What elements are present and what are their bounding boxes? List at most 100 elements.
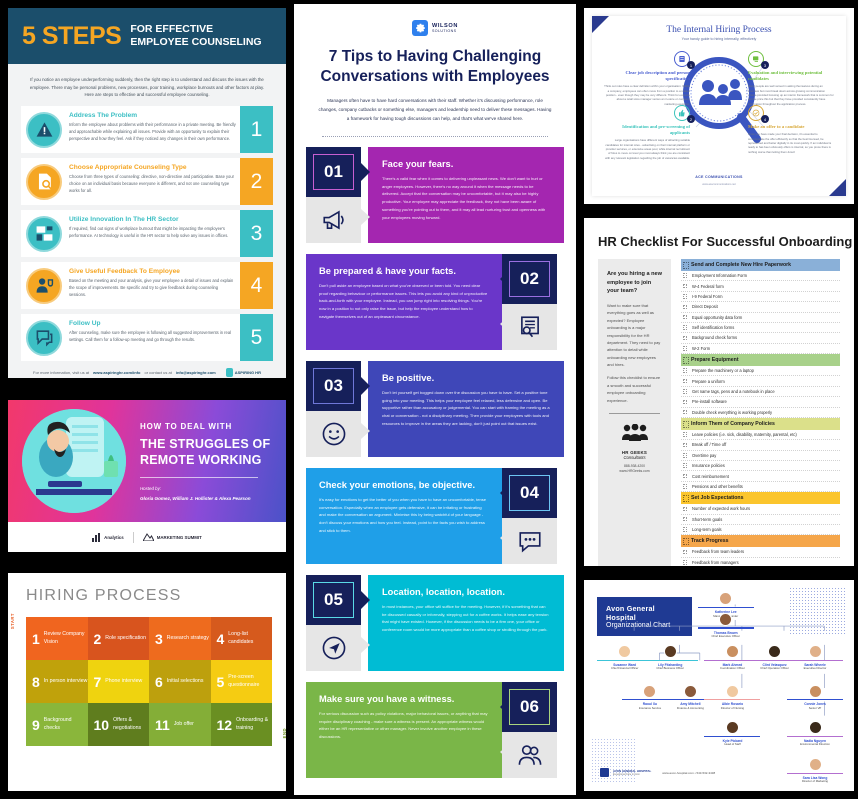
checklist-items[interactable]: Send and Complete New Hire Paperwork Empl… (681, 259, 840, 566)
checklist-item[interactable]: W-2 Form (681, 344, 840, 354)
step-row[interactable]: Follow Up After counseling, make sure the… (21, 314, 273, 362)
checklist-item[interactable]: Direct Deposit (681, 302, 840, 313)
hiring-step[interactable]: 9 Background checks (26, 703, 88, 746)
brand-url[interactable]: www.HRGeeks.com (607, 469, 662, 474)
checklist-item[interactable]: Background check forms (681, 333, 840, 344)
thumbs-up-icon-svg (679, 109, 685, 117)
checklist-item[interactable]: Long-term goals (681, 525, 840, 536)
checkbox-icon[interactable] (683, 368, 687, 373)
org-chart-infographic[interactable]: Avon General Hospital Organizational Cha… (584, 580, 854, 791)
org-node[interactable]: Lily Fitzharding Chief Business Officer (642, 645, 699, 671)
hiring-step[interactable]: 7 Phone interview (87, 660, 149, 703)
tips-lead-paragraph: Managers often have to have hard convers… (318, 97, 552, 121)
checklist-item[interactable]: Short-term goals (681, 515, 840, 525)
checkbox-icon[interactable] (683, 325, 687, 330)
ace-brand-url[interactable]: www.acecommunications.net (592, 183, 846, 186)
tip-card[interactable]: 05 Location, location, location. In most i… (306, 574, 564, 671)
org-node[interactable]: Kyle Pickard Head of Staff (704, 721, 761, 747)
checklist-item[interactable]: Equal opportunity data form (681, 313, 840, 323)
hiring-step[interactable]: 1 Review Company Vision (26, 617, 88, 660)
checklist-item[interactable]: Double check everything is working prope… (681, 408, 840, 418)
internal-hiring-process-infographic[interactable]: The Internal Hiring Process Your handy g… (584, 8, 854, 204)
org-node[interactable]: Connie Jones Senior VP (787, 684, 843, 711)
checkbox-icon[interactable] (683, 453, 687, 458)
hiring-step[interactable]: 8 In person interview (26, 660, 88, 703)
checkbox-icon[interactable] (683, 314, 687, 320)
tip-content: Face your fears. There's a valid fear whe… (368, 146, 564, 243)
org-footer-url[interactable]: www.avon-hospital.com • 543-532-3438 (662, 771, 715, 775)
checklist-item[interactable]: Leave policies (i.e. sick, disability, m… (681, 430, 840, 441)
checkbox-icon[interactable] (683, 527, 687, 532)
step-row[interactable]: Utilize Innovation In The HR Sector If re… (21, 210, 273, 258)
checklist-body: Are you hiring a new employee to join yo… (584, 259, 854, 566)
hiring-step[interactable]: 11 Job offer (149, 703, 211, 746)
checklist-item[interactable]: Feedback from team leaders (681, 547, 840, 558)
hiring-row-1: 1 Review Company Vision 2 Role specificatio… (26, 617, 272, 660)
hiring-step[interactable]: 3 Research strategy (149, 617, 211, 660)
checkbox-icon[interactable] (683, 442, 687, 448)
checkbox-icon[interactable] (683, 304, 687, 310)
checklist-item-label: I-9 Federal Form (692, 293, 723, 299)
checkbox-icon[interactable] (683, 389, 687, 394)
footer-url[interactable]: www.aspiringhr.com/info (93, 370, 140, 375)
step-row[interactable]: Choose Appropriate Counseling Type Choose… (21, 158, 273, 206)
hiring-step[interactable]: 2 Role specification (87, 617, 149, 660)
checkbox-icon[interactable] (683, 484, 687, 489)
checklist-item[interactable]: I-9 Federal Form (681, 292, 840, 303)
remote-working-webinar-card[interactable]: HOW TO DEAL WITH THE STRUGGLES OF REMOTE… (8, 400, 286, 552)
checkbox-icon[interactable] (683, 549, 687, 555)
checklist-item[interactable]: W-4 Federal form (681, 281, 840, 292)
avatar (808, 645, 822, 659)
hiring-step[interactable]: 12 Onboarding & training (210, 703, 272, 746)
checklist-item[interactable]: Insurance policies (681, 461, 840, 472)
checkbox-icon[interactable] (683, 463, 687, 468)
seven-tips-infographic[interactable]: WILSON SOLUTIONS 7 Tips to Having Challe… (294, 4, 576, 795)
hiring-process-infographic[interactable]: HIRING PROCESS START END 1 Review Company… (8, 573, 286, 791)
checklist-item[interactable]: Pre-install software (681, 397, 840, 408)
checklist-item[interactable]: Get name tags, pens and a notebook in pl… (681, 387, 840, 398)
avatar (725, 721, 739, 735)
checklist-item[interactable]: Employment Information Form (681, 271, 840, 282)
tip-card[interactable]: Make sure you have a witness. For serious… (306, 681, 564, 778)
org-node[interactable]: Nadia Nguyen Environmental Direction (787, 721, 843, 747)
checkbox-icon[interactable] (683, 560, 687, 565)
tip-card[interactable]: 03 Be positive. Don't let yourself get bog… (306, 360, 564, 457)
hiring-step[interactable]: 5 Pre-screen questionnaire (210, 660, 272, 703)
org-node[interactable]: Sara Lisa Wong Director of Marketing (787, 758, 843, 784)
hiring-step[interactable]: 6 Initial selections (149, 660, 211, 703)
checklist-item[interactable]: Overtime pay (681, 451, 840, 461)
checkbox-icon[interactable] (683, 473, 687, 479)
hr-checklist-infographic[interactable]: HR Checklist For Successful Onboarding A… (584, 218, 854, 566)
tip-card[interactable]: Check your emotions, be objective. It's e… (306, 467, 564, 564)
hiring-step[interactable]: 10 Offers & negotiations (87, 703, 149, 746)
checklist-item[interactable]: Prepare the machinery or a laptop (681, 366, 840, 377)
checklist-item[interactable]: Cost reimbursement (681, 471, 840, 482)
tip-card[interactable]: Be prepared & have your facts. Don't pull… (306, 253, 564, 350)
checkbox-icon[interactable] (683, 516, 687, 522)
step-row[interactable]: Give Useful Feedback To Employee Based on… (21, 262, 273, 310)
step-row[interactable]: Address The Problem Inform the employee a… (21, 106, 273, 154)
hiring-step[interactable]: 4 Long-list candidates (210, 617, 272, 660)
checklist-item[interactable]: Self identification forms (681, 323, 840, 334)
checklist-item[interactable]: Number of expected work hours (681, 504, 840, 515)
five-steps-infographic[interactable]: 5 STEPS FOR EFFECTIVE EMPLOYEE COUNSELIN… (8, 8, 286, 378)
checkbox-icon[interactable] (683, 273, 687, 278)
org-node[interactable]: Albie Rosario Director of Nursing (704, 684, 761, 711)
checkbox-icon[interactable] (683, 346, 687, 351)
checkbox-icon[interactable] (683, 283, 687, 289)
checkbox-icon[interactable] (683, 409, 687, 415)
checklist-item[interactable]: Pensions and other benefits (681, 482, 840, 493)
checkbox-icon[interactable] (683, 432, 687, 437)
footer-email[interactable]: info@aspiringhr.com (176, 370, 216, 375)
checklist-item[interactable]: Feedback from managers (681, 558, 840, 566)
checklist-item[interactable]: Prepare a uniform (681, 376, 840, 387)
tip-card[interactable]: 01 Face your fears. There's a valid fear w… (306, 146, 564, 243)
checkbox-icon[interactable] (683, 335, 687, 341)
checkbox-icon[interactable] (683, 399, 687, 405)
org-node[interactable]: Sarah Wheele Executive Director (787, 645, 843, 671)
checkbox-icon[interactable] (683, 378, 687, 384)
checkbox-icon[interactable] (683, 506, 687, 512)
checklist-item[interactable]: Break off / Time off (681, 440, 840, 451)
org-node[interactable]: Thomas Brown Chief Executive Officer (697, 612, 754, 639)
checkbox-icon[interactable] (683, 294, 687, 299)
